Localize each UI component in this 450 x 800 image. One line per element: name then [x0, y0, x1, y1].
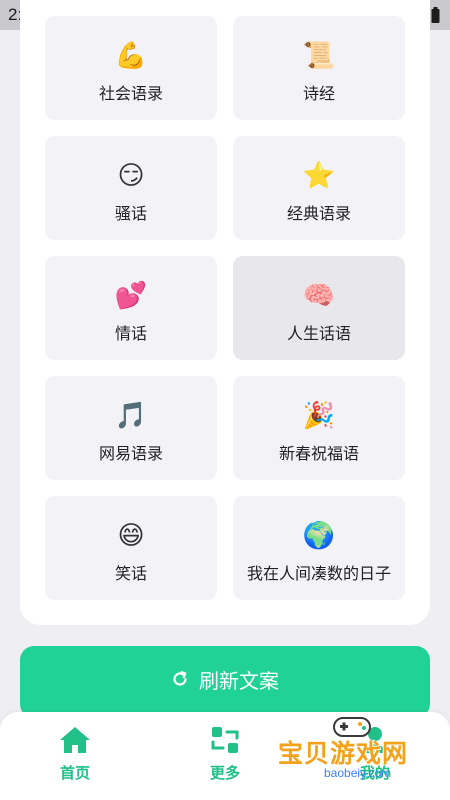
flexed-biceps-icon: 💪: [114, 41, 148, 71]
tab-home-label: 首页: [59, 764, 90, 782]
party-popper-icon: 🎉: [302, 401, 336, 431]
category-tile-new-year-wishes[interactable]: 🎉 新春祝福语: [233, 376, 405, 480]
category-tile-days-in-world[interactable]: 🌍 我在人间凑数的日子: [233, 496, 405, 600]
category-label: 新春祝福语: [278, 444, 359, 463]
two-hearts-icon: 💕: [114, 281, 148, 311]
category-tile-classic-quotes[interactable]: ⭐ 经典语录: [233, 136, 405, 240]
watermark-logo: 宝贝游戏网 baobeiy.com: [272, 712, 432, 792]
category-label: 笑话: [114, 564, 147, 583]
brain-icon: 🧠: [302, 281, 336, 311]
category-tile-book-of-songs[interactable]: 📜 诗经: [233, 16, 405, 120]
music-note-icon: 🎵: [114, 401, 148, 431]
category-label: 网易语录: [98, 444, 163, 463]
category-label: 经典语录: [286, 204, 351, 223]
refresh-label: 刷新文案: [199, 668, 279, 693]
category-label: 情话: [114, 324, 147, 343]
category-label: 社会语录: [98, 84, 163, 103]
category-label: 骚话: [114, 204, 147, 223]
category-tile-love-words[interactable]: 💕 情话: [45, 256, 217, 360]
watermark-title: 宝贝游戏网: [278, 739, 409, 768]
scroll-icon: 📜: [302, 41, 336, 71]
category-label: 人生话语: [286, 324, 351, 343]
battery-icon: [431, 7, 440, 23]
watermark-url: baobeiy.com: [324, 766, 392, 780]
more-icon: [211, 727, 239, 753]
smirking-face-icon: 😏: [117, 161, 145, 191]
category-tile-life-words[interactable]: 🧠 人生话语: [233, 256, 405, 360]
globe-icon: 🌍: [302, 521, 336, 551]
tab-more[interactable]: 更多: [185, 726, 265, 783]
refresh-icon: [173, 671, 187, 686]
tab-home[interactable]: 首页: [35, 726, 115, 783]
category-tile-social-quotes[interactable]: 💪 社会语录: [45, 16, 217, 120]
category-label: 我在人间凑数的日子: [246, 564, 391, 583]
category-panel: 💪 社会语录 📜 诗经 😏 骚话 ⭐ 经典语录 💕 情话 🧠 人生话语 🎵 网易…: [20, 0, 430, 625]
home-icon: [60, 727, 90, 753]
tab-more-label: 更多: [209, 764, 240, 782]
category-tile-netease-quotes[interactable]: 🎵 网易语录: [45, 376, 217, 480]
grinning-face-icon: 😄: [117, 521, 145, 551]
category-label: 诗经: [302, 84, 335, 103]
category-tile-flirty-talk[interactable]: 😏 骚话: [45, 136, 217, 240]
category-tile-jokes[interactable]: 😄 笑话: [45, 496, 217, 600]
refresh-copy-button[interactable]: 刷新文案: [20, 646, 430, 718]
star-icon: ⭐: [302, 161, 336, 191]
